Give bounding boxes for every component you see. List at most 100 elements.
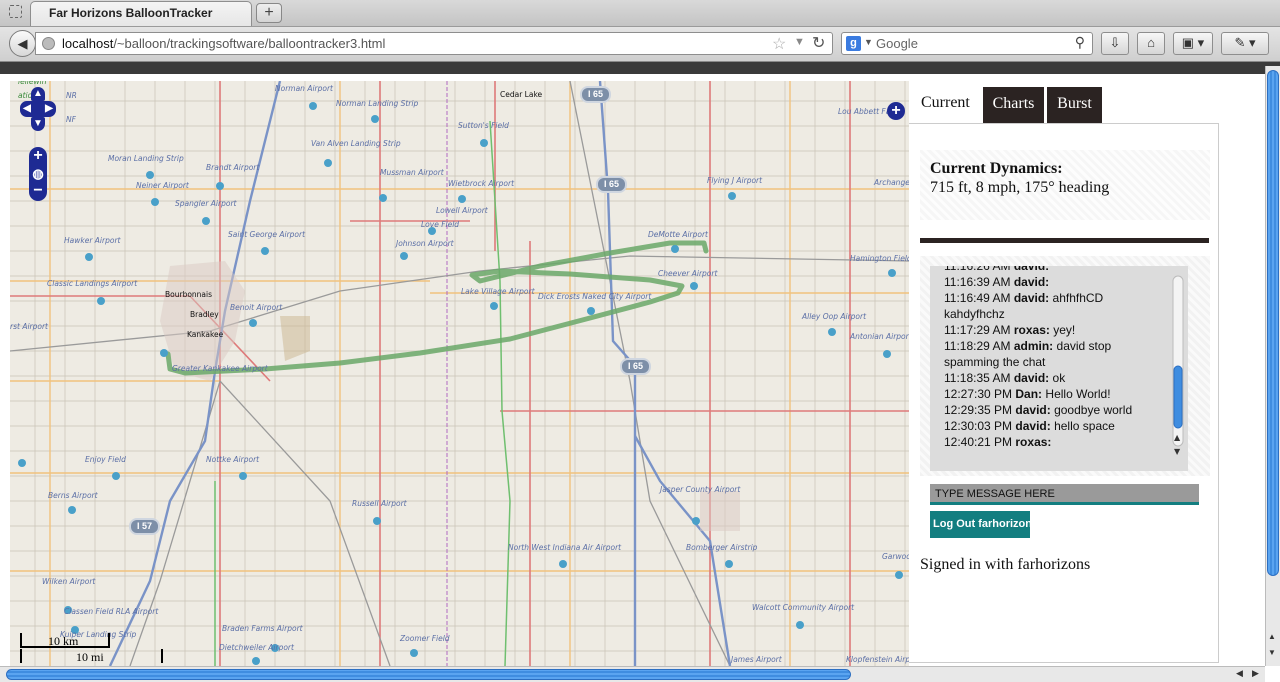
airport-label: Saint George Airport: [228, 230, 306, 239]
chat-scrollbar[interactable]: ▲ ▼: [1171, 274, 1185, 460]
svg-text:▼: ▼: [1174, 447, 1181, 456]
search-bar[interactable]: g ▼ Google ⚲: [841, 32, 1093, 55]
layer-switcher-button[interactable]: +: [887, 102, 905, 120]
search-icon[interactable]: ⚲: [1075, 34, 1085, 51]
chat-message: 11:18:29 AM admin: david stop spamming t…: [944, 338, 1154, 370]
pan-center: [32, 101, 44, 117]
airport-label: Neiner Airport: [136, 181, 189, 190]
chat-message: 12:29:35 PM david: goodbye world: [944, 402, 1154, 418]
airport-label: Mussman Airport: [380, 168, 444, 177]
airport-label: Classen Field RLA Airport: [64, 607, 159, 616]
map-view[interactable]: Norman Airport Norman Landing Strip Van …: [10, 81, 909, 666]
airport-label: DeMotte Airport: [648, 230, 708, 239]
airport-label: Norman Landing Strip: [336, 99, 419, 108]
airport-label: Moran Landing Strip: [108, 154, 184, 163]
scale-mi-label: 10 mi: [76, 650, 104, 664]
pan-down-button[interactable]: ▼: [31, 117, 45, 131]
dynamics-value: 715 ft, 8 mph, 175° heading: [930, 179, 1110, 196]
divider: [920, 238, 1209, 243]
back-button[interactable]: ◀: [9, 30, 36, 57]
home-button[interactable]: ⌂: [1137, 32, 1165, 55]
url-dropdown-icon[interactable]: ▼: [794, 36, 805, 48]
airport-label: Wietbrock Airport: [448, 179, 515, 188]
chat-time: 11:16:49 AM: [944, 291, 1011, 305]
airport-label: Johnson Airport: [396, 239, 454, 248]
airport-label: Sutton's Field: [458, 121, 509, 130]
google-icon[interactable]: g: [846, 36, 861, 51]
airport-label: Braden Farms Airport: [222, 624, 303, 633]
chat-user: Dan:: [1015, 387, 1043, 401]
scale-bar: 10 km 10 mi: [20, 633, 165, 664]
scroll-up-icon[interactable]: ▲: [1268, 632, 1276, 641]
airport-label: Norman Airport: [275, 84, 333, 93]
chat-message: 11:16:49 AM david: ahfhfhCD kahdyfhchz: [944, 290, 1154, 322]
airport-label: Dietchweiler Airport: [219, 643, 294, 652]
chat-user: david:: [1013, 275, 1050, 289]
airport-label: Love Field: [421, 220, 460, 229]
zoom-world-icon[interactable]: ◍: [29, 165, 47, 183]
airport-label: Nottke Airport: [206, 455, 260, 464]
addon-button[interactable]: ✎ ▾: [1221, 32, 1269, 55]
airport-label: Hawker Airport: [64, 236, 121, 245]
airport-label: Jasper County Airport: [660, 485, 741, 494]
bookmark-star-icon[interactable]: ☆: [772, 34, 786, 54]
chat-user: david:: [1013, 291, 1050, 305]
zoom-in-button[interactable]: +: [29, 147, 47, 165]
scroll-down-icon[interactable]: ▼: [1268, 648, 1276, 657]
chat-user: roxas:: [1015, 435, 1052, 449]
logout-button[interactable]: Log Out farhorizons: [930, 511, 1030, 538]
chat-message: 12:40:21 PM roxas:: [944, 434, 1154, 450]
town-label: Bradley: [190, 310, 219, 319]
tab-charts[interactable]: Charts: [983, 87, 1044, 123]
chat-message: 11:18:35 AM david: ok: [944, 370, 1154, 386]
pan-zoom-control: ▲ ◀ ▶ ▼ + ◍ −: [20, 87, 56, 201]
app-menu-icon[interactable]: [9, 5, 22, 18]
chat-user: admin:: [1013, 339, 1054, 353]
airport-label: Russell Airport: [352, 499, 407, 508]
pan-right-button[interactable]: ▶: [42, 101, 56, 117]
airport-label: Wilken Airport: [42, 577, 96, 586]
horizontal-scrollbar[interactable]: ◀ ▶: [0, 666, 1265, 682]
reload-icon[interactable]: ↻: [812, 33, 825, 53]
current-dynamics-box: Current Dynamics: 715 ft, 8 mph, 175° he…: [920, 150, 1210, 220]
chat-time: 12:40:21 PM: [944, 435, 1013, 449]
scale-km-label: 10 km: [48, 634, 79, 648]
search-engine-dropdown-icon[interactable]: ▼: [864, 37, 873, 47]
bookmarks-button[interactable]: ▣ ▾: [1173, 32, 1213, 55]
vertical-scrollbar[interactable]: ▲ ▼: [1265, 66, 1280, 666]
airport-label: Dick Erosts Naked City Airport: [538, 292, 652, 301]
tab-burst[interactable]: Burst: [1047, 87, 1102, 123]
town-label: Kankakee: [187, 330, 224, 339]
chat-message: 11:16:26 AM david:: [944, 266, 1154, 274]
chat-log[interactable]: 11:16:26 AM david: 11:16:39 AM david: 11…: [930, 266, 1188, 471]
bookmark-toolbar: [0, 62, 1280, 74]
browser-tab[interactable]: Far Horizons BalloonTracker: [30, 1, 252, 26]
airport-label: Hamington Field: [850, 254, 909, 263]
airport-label: Flying J Airport: [707, 176, 763, 185]
new-tab-button[interactable]: +: [256, 3, 282, 23]
scroll-right-icon[interactable]: ▶: [1252, 668, 1259, 679]
map-edge-label: iellewin: [18, 81, 47, 86]
airport-label: Garwood: [882, 552, 909, 561]
svg-text:▲: ▲: [1174, 433, 1181, 442]
vertical-scroll-thumb[interactable]: [1267, 70, 1279, 576]
chat-message: 11:16:39 AM david:: [944, 274, 1154, 290]
airport-label: Zoomer Field: [400, 634, 450, 643]
zoom-out-button[interactable]: −: [29, 183, 47, 201]
airport-label: Berns Airport: [48, 491, 98, 500]
message-input[interactable]: TYPE MESSAGE HERE: [930, 484, 1199, 505]
pan-up-button[interactable]: ▲: [31, 87, 45, 101]
chat-text: yey!: [1053, 323, 1076, 337]
chat-time: 11:16:39 AM: [944, 275, 1011, 289]
scroll-left-icon[interactable]: ◀: [1236, 668, 1243, 679]
tab-current[interactable]: Current: [911, 87, 979, 123]
airport-label: James Airport: [731, 655, 782, 664]
search-input[interactable]: Google: [876, 36, 918, 51]
airport-label: Antonian Airport: [850, 332, 909, 341]
url-text[interactable]: localhost/~balloon/trackingsoftware/ball…: [62, 36, 385, 51]
side-panel: Current Charts Burst Current Dynamics: 7…: [909, 81, 1264, 666]
url-bar[interactable]: localhost/~balloon/trackingsoftware/ball…: [35, 32, 833, 55]
horizontal-scroll-thumb[interactable]: [6, 669, 851, 680]
highway-shield: I 65: [580, 86, 612, 103]
download-button[interactable]: ⇩: [1101, 32, 1129, 55]
